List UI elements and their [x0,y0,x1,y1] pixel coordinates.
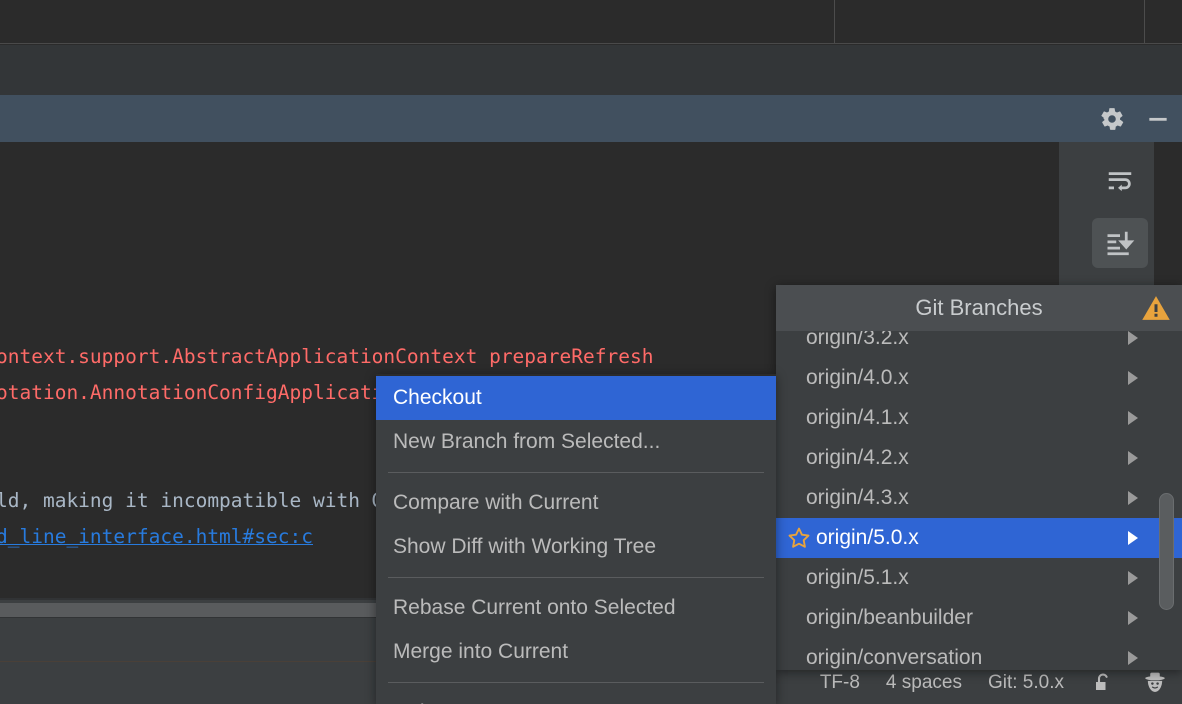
status-encoding[interactable]: TF-8 [820,672,860,694]
editor-top-strip [0,0,1182,44]
list-item[interactable]: origin/5.1.x [776,558,1182,598]
toolwindow-gap-band [0,45,1182,95]
menu-item-label: Compare with Current [393,491,599,514]
chevron-right-icon [1128,411,1138,425]
scroll-to-end-icon[interactable] [1092,218,1148,268]
warning-triangle-icon[interactable] [1140,292,1172,324]
menu-item-label: Merge into Current [393,640,569,663]
toolwindow-header-actions [1098,95,1172,142]
console-link[interactable]: d_line_interface.html#sec:c [0,525,313,548]
git-branches-popup: Git Branches origin/3.2.x origin/4.0.x o… [776,285,1182,670]
branch-context-menu: Checkout New Branch from Selected... Com… [376,374,776,704]
chevron-right-icon [1128,491,1138,505]
branch-label: origin/4.2.x [806,446,909,469]
ide-window: ontext.support.AbstractApplicationContex… [0,0,1182,704]
list-item-selected[interactable]: origin/5.0.x [776,518,1182,558]
menu-item-label: Rebase Current onto Selected [393,596,676,619]
menu-item-label: Checkout [393,386,482,409]
menu-item-merge-into-current[interactable]: Merge into Current [376,630,776,674]
menu-item-new-branch-from-selected[interactable]: New Branch from Selected... [376,420,776,464]
chevron-right-icon [1128,531,1138,545]
console-line: ontext.support.AbstractApplicationContex… [0,345,654,368]
editor-right-divider [1144,0,1145,43]
soft-wrap-icon[interactable] [1092,156,1148,206]
branch-label: origin/3.2.x [806,331,909,349]
menu-item-rebase-current-onto-selected[interactable]: Rebase Current onto Selected [376,586,776,630]
status-indent[interactable]: 4 spaces [886,672,962,694]
chevron-right-icon [1128,451,1138,465]
status-git-branch[interactable]: Git: 5.0.x [988,672,1064,694]
gear-icon[interactable] [1098,105,1126,133]
chevron-right-icon [1128,611,1138,625]
unlocked-padlock-icon[interactable] [1090,670,1116,696]
minimize-icon[interactable] [1144,105,1172,133]
branch-label: origin/4.3.x [806,486,909,509]
menu-item-show-diff-with-working-tree[interactable]: Show Diff with Working Tree [376,525,776,569]
list-item[interactable]: origin/3.2.x [776,331,1182,358]
editor-split-divider [834,0,835,43]
menu-separator [388,472,764,473]
chevron-right-icon [1128,371,1138,385]
menu-separator [388,682,764,683]
git-branches-list[interactable]: origin/3.2.x origin/4.0.x origin/4.1.x o… [776,331,1182,670]
branch-label: origin/5.1.x [806,566,909,589]
menu-item-label: New Branch from Selected... [393,430,661,453]
inspector-hat-icon[interactable] [1142,670,1168,696]
branch-label: origin/beanbuilder [806,606,973,629]
branches-scrollbar-thumb[interactable] [1159,493,1174,610]
branch-label: origin/4.1.x [806,406,909,429]
menu-separator [388,577,764,578]
chevron-right-icon [1128,571,1138,585]
menu-item-delete[interactable]: Delete [376,691,776,704]
branch-label: origin/4.0.x [806,366,909,389]
menu-item-compare-with-current[interactable]: Compare with Current [376,481,776,525]
chevron-right-icon [1128,651,1138,665]
git-branches-title: Git Branches [915,295,1043,320]
branch-label: origin/5.0.x [816,526,919,549]
favorite-star-icon[interactable] [786,525,812,551]
git-branches-header: Git Branches [776,285,1182,331]
branch-label: origin/conversation [806,646,983,669]
menu-item-checkout[interactable]: Checkout [376,376,776,420]
menu-item-label: Show Diff with Working Tree [393,535,656,558]
list-item[interactable]: origin/conversation [776,638,1182,670]
branches-scrollbar[interactable] [1154,331,1178,670]
list-item[interactable]: origin/4.3.x [776,478,1182,518]
chevron-right-icon [1128,331,1138,345]
list-item[interactable]: origin/4.0.x [776,358,1182,398]
list-item[interactable]: origin/beanbuilder [776,598,1182,638]
list-item[interactable]: origin/4.1.x [776,398,1182,438]
list-item[interactable]: origin/4.2.x [776,438,1182,478]
run-toolwindow-header [0,95,1182,142]
